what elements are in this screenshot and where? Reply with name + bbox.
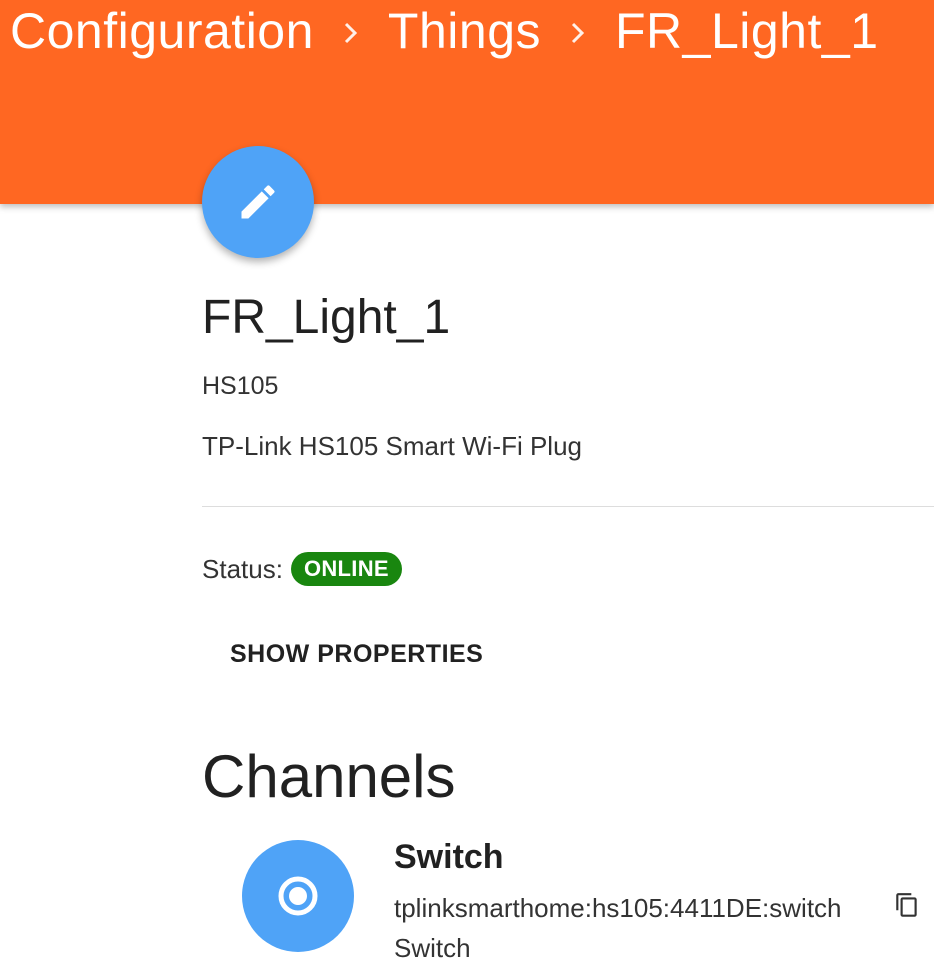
pencil-icon	[241, 185, 275, 219]
thing-title: FR_Light_1	[202, 291, 451, 344]
status-label: Status:	[202, 553, 283, 584]
channel-icon-button[interactable]	[242, 840, 354, 952]
copy-icon[interactable]	[894, 892, 920, 920]
breadcrumb-current-thing: FR_Light_1	[615, 3, 879, 59]
channel-type: Switch	[394, 933, 471, 963]
breadcrumb: Configuration Things FR_Light_1	[10, 2, 879, 60]
radio-button-icon	[278, 876, 318, 916]
thing-description: TP-Link HS105 Smart Wi-Fi Plug	[202, 431, 582, 461]
divider	[202, 506, 934, 507]
channels-heading: Channels	[202, 743, 456, 810]
chevron-right-icon	[314, 12, 388, 51]
header-bar: Configuration Things FR_Light_1	[0, 0, 934, 204]
status-row: Status: ONLINE	[202, 552, 402, 586]
status-badge: ONLINE	[290, 552, 402, 586]
show-properties-button[interactable]: SHOW PROPERTIES	[230, 640, 483, 669]
channel-name[interactable]: Switch	[394, 838, 504, 877]
channel-uid: tplinksmarthome:hs105:4411DE:switch	[394, 893, 842, 923]
edit-button[interactable]	[202, 146, 314, 258]
breadcrumb-things[interactable]: Things	[388, 2, 541, 60]
chevron-right-icon	[541, 12, 615, 51]
breadcrumb-configuration[interactable]: Configuration	[10, 2, 314, 60]
thing-model: HS105	[202, 372, 279, 400]
